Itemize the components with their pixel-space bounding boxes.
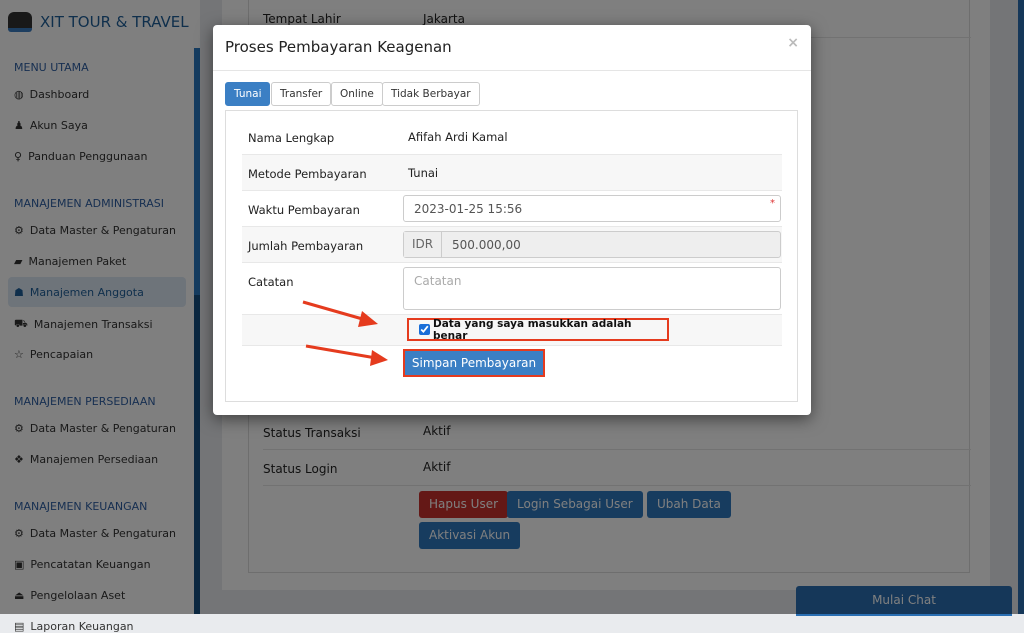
sidebar-item[interactable]: ▤ Laporan Keuangan xyxy=(14,620,134,633)
arrowhead xyxy=(370,350,388,366)
arrowhead xyxy=(358,311,378,327)
arrow-to-checkbox xyxy=(302,300,367,322)
annotation-arrows xyxy=(302,300,388,366)
report-icon: ▤ xyxy=(14,620,25,633)
arrow-to-save xyxy=(305,344,377,360)
sidebar-item-label: Laporan Keuangan xyxy=(30,620,134,633)
